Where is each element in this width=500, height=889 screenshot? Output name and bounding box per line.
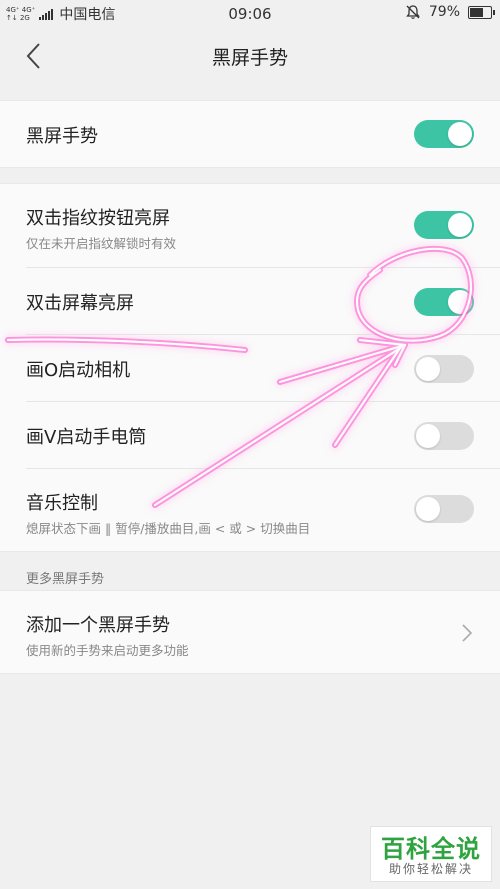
toggle-knob — [416, 424, 440, 448]
setting-row-double-tap-fingerprint[interactable]: 双击指纹按钮亮屏 仅在未开启指纹解锁时有效 — [0, 184, 500, 268]
watermark-title: 百科全说 — [381, 835, 481, 863]
toggle-knob — [448, 290, 472, 314]
back-button[interactable] — [16, 38, 52, 74]
toggle-knob — [416, 497, 440, 521]
setting-row-music-control[interactable]: 音乐控制 熄屏状态下画 ‖ 暂停/播放曲目,画 < 或 > 切换曲目 — [0, 469, 500, 549]
status-right: 79% — [405, 4, 495, 20]
toggle-switch[interactable] — [414, 288, 474, 316]
mute-bell-icon — [406, 5, 420, 19]
setting-label: 双击指纹按钮亮屏 — [26, 208, 170, 229]
battery-percent: 79% — [428, 4, 460, 20]
gesture-list-section: 双击指纹按钮亮屏 仅在未开启指纹解锁时有效 双击屏幕亮屏 画O启动相机 画V启动… — [0, 183, 500, 552]
toggle-switch[interactable] — [414, 211, 474, 239]
battery-level — [470, 7, 483, 17]
setting-sublabel: 使用新的手势来启动更多功能 — [26, 643, 189, 658]
toggle-switch[interactable] — [414, 422, 474, 450]
watermark-subtitle: 助你轻松解决 — [388, 862, 473, 876]
toggle-knob — [448, 213, 472, 237]
setting-sublabel: 熄屏状态下画 ‖ 暂停/播放曲目,画 < 或 > 切换曲目 — [26, 521, 311, 536]
status-bar: 4G⁺ 4G⁺ ↑↓ 2G 中国电信 09:06 79% — [0, 0, 500, 28]
toggle-switch[interactable] — [414, 495, 474, 523]
battery-icon — [468, 5, 495, 19]
setting-sublabel: 仅在未开启指纹解锁时有效 — [26, 236, 177, 251]
setting-row-double-tap-screen[interactable]: 双击屏幕亮屏 — [0, 268, 500, 335]
toggle-switch[interactable] — [414, 120, 474, 148]
add-gesture-row[interactable]: 添加一个黑屏手势 使用新的手势来启动更多功能 — [0, 591, 500, 673]
setting-label: 画O启动相机 — [26, 360, 131, 381]
toggle-switch[interactable] — [414, 355, 474, 383]
setting-label: 画V启动手电筒 — [26, 427, 147, 448]
page-title: 黑屏手势 — [211, 46, 288, 69]
setting-label: 音乐控制 — [26, 493, 98, 514]
chevron-right-icon — [462, 624, 473, 642]
master-toggle-section: 黑屏手势 — [0, 100, 500, 168]
toggle-knob — [416, 357, 440, 381]
setting-row-draw-v-flashlight[interactable]: 画V启动手电筒 — [0, 402, 500, 469]
setting-label: 黑屏手势 — [26, 126, 98, 147]
setting-row-black-screen-gesture[interactable]: 黑屏手势 — [0, 101, 500, 167]
watermark-logo: 百科全说 助你轻松解决 — [370, 826, 492, 882]
toggle-knob — [448, 122, 472, 146]
add-gesture-section: 添加一个黑屏手势 使用新的手势来启动更多功能 — [0, 590, 500, 674]
setting-label: 添加一个黑屏手势 — [26, 615, 170, 636]
nav-bar: 黑屏手势 — [0, 28, 500, 84]
setting-label: 双击屏幕亮屏 — [26, 293, 134, 314]
chevron-left-icon — [26, 43, 40, 69]
setting-row-draw-o-camera[interactable]: 画O启动相机 — [0, 335, 500, 402]
section-header-more-gestures: 更多黑屏手势 — [26, 572, 105, 587]
